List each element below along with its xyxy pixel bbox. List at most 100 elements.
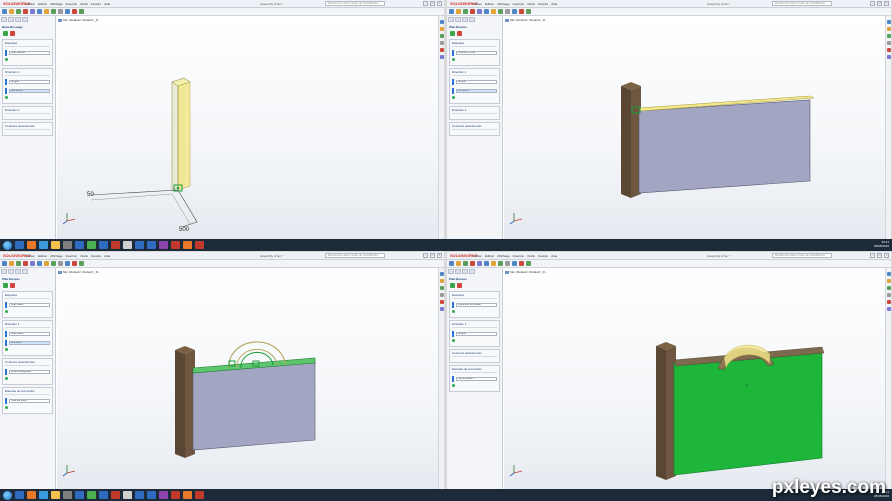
taskbar-app-icon[interactable] xyxy=(51,491,60,499)
panel-group-title[interactable]: Direction 1 xyxy=(452,322,497,328)
taskbar-app-icon[interactable] xyxy=(39,241,48,249)
toolbar-tool-icon[interactable] xyxy=(519,261,524,266)
toolbar-tool-icon[interactable] xyxy=(51,261,56,266)
close-button[interactable]: × xyxy=(884,253,889,258)
ok-check-icon[interactable] xyxy=(3,283,8,288)
taskbar-app-icon[interactable] xyxy=(99,241,108,249)
taskbar-app-icon[interactable] xyxy=(99,491,108,499)
toolbar-tool-icon[interactable] xyxy=(16,9,21,14)
toolbar-tool-icon[interactable] xyxy=(526,261,531,266)
toolbar-tool-icon[interactable] xyxy=(2,9,7,14)
feature-tree-flyout[interactable]: Mur (Default<<Default>_D... xyxy=(58,18,101,22)
panel-field[interactable]: Inverser le côté xyxy=(456,51,497,55)
toolbar-tool-icon[interactable] xyxy=(477,9,482,14)
task-pane-icon[interactable] xyxy=(439,41,444,45)
task-pane-icon[interactable] xyxy=(886,300,891,304)
toolbar-tool-icon[interactable] xyxy=(526,9,531,14)
panel-group-title[interactable]: Contours sélectionnés xyxy=(5,360,50,366)
cancel-x-icon[interactable] xyxy=(457,283,462,288)
panel-tab[interactable] xyxy=(22,269,28,274)
toolbar-tool-icon[interactable] xyxy=(449,9,454,14)
taskbar-app-icon[interactable] xyxy=(111,491,120,499)
panel-tab[interactable] xyxy=(1,269,7,274)
taskbar-app-icon[interactable] xyxy=(63,241,72,249)
panel-field[interactable]: Plan milieu xyxy=(9,332,50,336)
task-pane-icon[interactable] xyxy=(439,272,444,276)
toolbar-tool-icon[interactable] xyxy=(505,261,510,266)
task-pane-icon[interactable] xyxy=(886,48,891,52)
taskbar-app-icon[interactable] xyxy=(27,491,36,499)
toolbar-tool-icon[interactable] xyxy=(23,261,28,266)
toolbar-tool-icon[interactable] xyxy=(23,9,28,14)
taskbar-clock[interactable]: 10:41 25/05/2015 xyxy=(874,240,889,248)
feature-tree-flyout[interactable]: Mur (Default<<Default>_D... xyxy=(505,18,548,22)
menu-item[interactable]: Outils xyxy=(527,254,535,258)
taskbar-app-icon[interactable] xyxy=(87,241,96,249)
ok-check-icon[interactable] xyxy=(3,31,8,36)
panel-field[interactable]: Plan milieu xyxy=(9,303,50,307)
panel-field[interactable]: Borgne xyxy=(456,332,497,336)
toolbar-tool-icon[interactable] xyxy=(519,9,524,14)
toolbar-tool-icon[interactable] xyxy=(37,9,42,14)
task-pane-icon[interactable] xyxy=(439,55,444,59)
menu-item[interactable]: Edition xyxy=(485,254,494,258)
close-button[interactable]: × xyxy=(437,253,442,258)
panel-field[interactable]: Borgne xyxy=(9,80,50,84)
search-input[interactable]: Recherche dans l'Aide de SolidWorks xyxy=(325,1,385,6)
task-pane-icon[interactable] xyxy=(439,307,444,311)
panel-group-title[interactable]: Direction 2 xyxy=(452,108,497,114)
panel-tab[interactable] xyxy=(8,269,14,274)
menu-item[interactable]: Outils xyxy=(80,2,88,6)
minimize-button[interactable]: – xyxy=(870,1,875,6)
taskbar-app-icon[interactable] xyxy=(135,491,144,499)
taskbar-app-icon[interactable] xyxy=(159,241,168,249)
panel-field[interactable]: Tous les corps xyxy=(9,399,50,403)
menu-item[interactable]: Edition xyxy=(485,2,494,6)
taskbar-app-icon[interactable] xyxy=(63,491,72,499)
cancel-x-icon[interactable] xyxy=(457,31,462,36)
taskbar-app-icon[interactable] xyxy=(75,241,84,249)
panel-field[interactable]: Zone de Esquisse xyxy=(9,370,50,374)
taskbar-app-icon[interactable] xyxy=(39,491,48,499)
toolbar-tool-icon[interactable] xyxy=(44,9,49,14)
graphics-viewport[interactable] xyxy=(504,268,885,491)
panel-tab[interactable] xyxy=(448,17,454,22)
toolbar-tool-icon[interactable] xyxy=(484,9,489,14)
taskbar-app-icon[interactable] xyxy=(147,241,156,249)
menu-item[interactable]: Fenêtre xyxy=(538,2,548,6)
menu-item[interactable]: Outils xyxy=(527,2,535,6)
search-input[interactable]: Recherche dans l'Aide de SolidWorks xyxy=(772,1,832,6)
panel-field[interactable]: Plan Dessus xyxy=(9,51,50,55)
panel-group-title[interactable]: Étendue de la fonction xyxy=(452,367,497,373)
graphics-viewport[interactable] xyxy=(57,268,438,491)
graphics-viewport[interactable]: 50 500 xyxy=(57,16,438,239)
task-pane-icon[interactable] xyxy=(886,34,891,38)
search-input[interactable]: Recherche dans l'Aide de SolidWorks xyxy=(772,253,832,258)
toolbar-tool-icon[interactable] xyxy=(79,9,84,14)
task-pane-icon[interactable] xyxy=(886,293,891,297)
cancel-x-icon[interactable] xyxy=(10,283,15,288)
panel-group-title[interactable]: Direction 2 xyxy=(5,108,50,114)
taskbar-app-icon[interactable] xyxy=(75,491,84,499)
menu-item[interactable]: Outils xyxy=(80,254,88,258)
task-pane-icon[interactable] xyxy=(439,48,444,52)
panel-tab[interactable] xyxy=(469,269,475,274)
taskbar-app-icon[interactable] xyxy=(195,241,204,249)
menu-item[interactable]: Edition xyxy=(38,2,47,6)
panel-tab[interactable] xyxy=(22,17,28,22)
task-pane-icon[interactable] xyxy=(439,27,444,31)
toolbar-tool-icon[interactable] xyxy=(463,9,468,14)
task-pane-icon[interactable] xyxy=(439,279,444,283)
taskbar-app-icon[interactable] xyxy=(135,241,144,249)
toolbar-tool-icon[interactable] xyxy=(484,261,489,266)
close-button[interactable]: × xyxy=(437,1,442,6)
taskbar-app-icon[interactable] xyxy=(51,241,60,249)
task-pane-icon[interactable] xyxy=(886,20,891,24)
maximize-button[interactable]: □ xyxy=(430,253,435,258)
search-input[interactable]: Recherche dans l'Aide de SolidWorks xyxy=(325,253,385,258)
toolbar-tool-icon[interactable] xyxy=(58,9,63,14)
panel-group-title[interactable]: Étendue de la fonction xyxy=(5,389,50,395)
panel-group-title[interactable]: Contours sélectionnés xyxy=(5,124,50,130)
toolbar-tool-icon[interactable] xyxy=(512,261,517,266)
taskbar-app-icon[interactable] xyxy=(15,491,24,499)
